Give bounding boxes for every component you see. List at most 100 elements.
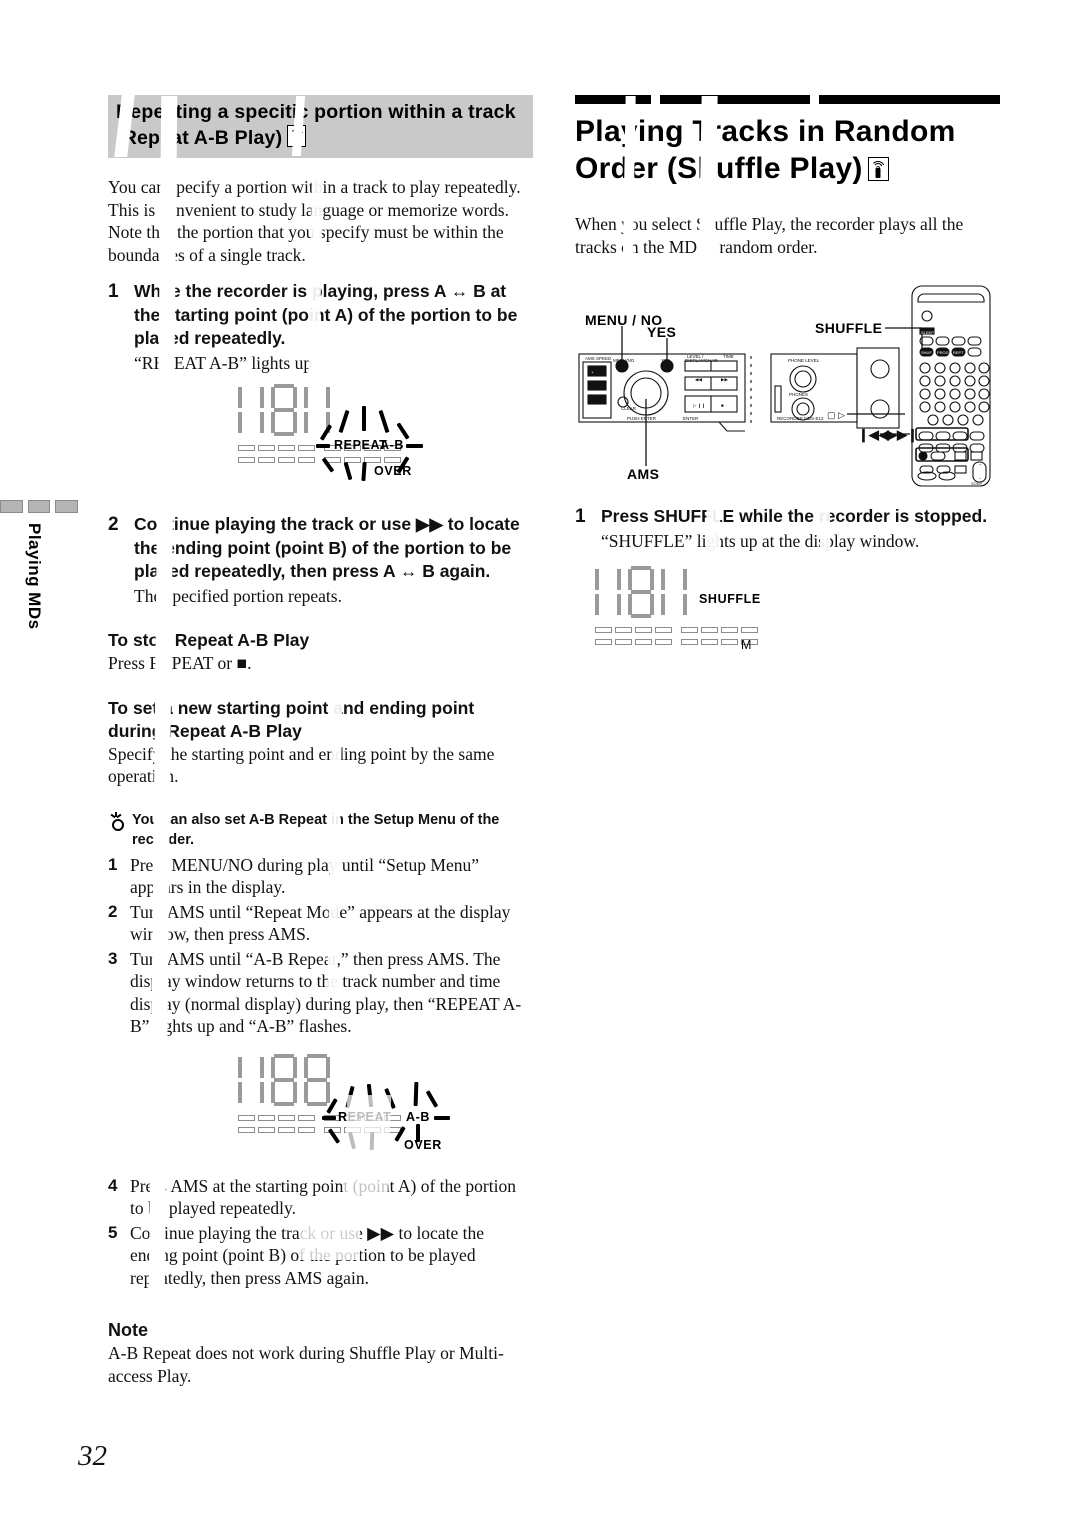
shuffle-heading-line2: Order (Shuffle Play) — [575, 152, 863, 185]
svg-text:REPT: REPT — [953, 350, 964, 355]
tip-sparkle-icon — [108, 810, 132, 850]
svg-text:▶▶: ▶▶ — [721, 377, 728, 382]
right-column: Playing Tracks in Random Order (Shuffle … — [575, 95, 1000, 681]
tip-step-4: 4 Press AMS at the starting point (point… — [108, 1175, 533, 1220]
display-dot-matrix-shuffle — [595, 627, 1000, 645]
tip-step-1: 1 Press MENU/NO during play until “Setup… — [108, 854, 533, 899]
tip-step-2: 2 Turn AMS until “Repeat Mode” appears a… — [108, 901, 533, 946]
side-tab-bars — [0, 500, 79, 513]
step-2-detail: The specified portion repeats. — [134, 585, 342, 606]
page-number: 32 — [78, 1440, 107, 1472]
shuffle-callout: SHUFFLE — [815, 320, 883, 336]
svg-text:AMS SPEED: AMS SPEED — [585, 356, 612, 361]
shuffle-step-1-instruction: Press SHUFFLE while the recorder is stop… — [601, 506, 988, 526]
svg-text:SONY: SONY — [971, 481, 983, 486]
svg-text:PHONE LEVEL: PHONE LEVEL — [788, 358, 820, 363]
step-2-number: 2 — [108, 514, 119, 535]
digit-3 — [661, 566, 687, 618]
svg-text:SHUF: SHUF — [921, 350, 932, 355]
digit-1 — [595, 566, 621, 618]
tip-step-4-number: 4 — [108, 1175, 118, 1195]
intro-paragraph: You can specify a portion within a track… — [108, 177, 521, 265]
tip-step-1-text: Press MENU/NO during play until “Setup M… — [130, 854, 479, 898]
step-1-number: 1 — [108, 281, 119, 302]
tip-step-2-number: 2 — [108, 901, 118, 921]
svg-text:▶▶❙: ▶▶❙ — [886, 427, 918, 443]
heading-rule — [575, 95, 1000, 104]
svg-text:▢ ▷: ▢ ▷ — [827, 410, 845, 420]
svg-text:YES: YES — [661, 358, 670, 363]
hardware-figure: AMS SPEED MENU/NO YES LEVEL / DISPLAY/CH… — [575, 276, 1000, 491]
svg-text:RECORDER MDS-E12: RECORDER MDS-E12 — [777, 416, 824, 421]
yes-callout: YES — [647, 324, 677, 340]
ams-callout: AMS — [627, 466, 660, 482]
svg-text:+: + — [591, 370, 594, 375]
svg-text:PUSH ENTER: PUSH ENTER — [627, 416, 657, 421]
display-label-repeat: REPEAT — [338, 1109, 392, 1124]
stop-section-body: Press REPEAT or ■. — [108, 653, 252, 673]
svg-text:TIME: TIME — [723, 354, 734, 359]
side-tab: Playing MDs — [0, 500, 79, 630]
reset-section-body: Specify the starting point and ending po… — [108, 743, 495, 787]
remote-control-icon — [287, 125, 307, 147]
digit-1 — [238, 1054, 264, 1106]
tip-step-3-number: 3 — [108, 948, 118, 968]
tip-step-5: 5 Continue playing the track or use ▶▶ t… — [108, 1222, 533, 1290]
tip-step-4-text: Press AMS at the starting point (point A… — [130, 1175, 516, 1219]
stop-section-heading: To stop Repeat A-B Play — [108, 630, 310, 650]
step-2-instruction: Continue playing the track or use ▶▶ to … — [134, 514, 520, 581]
step-1-instruction: While the recorder is playing, press A ↔… — [134, 281, 518, 348]
shuffle-step-1: 1 Press SHUFFLE while the recorder is st… — [575, 505, 1000, 552]
tip-step-3-text: Turn AMS until “A-B Repeat,” then press … — [130, 948, 522, 1037]
shuffle-step-1-number: 1 — [575, 506, 586, 527]
display-label-ab: A-B — [406, 1109, 431, 1124]
svg-text:◀◀: ◀◀ — [695, 377, 702, 382]
section-heading-line2: (Repeat A-B Play) — [116, 127, 283, 149]
svg-text:PROG: PROG — [937, 350, 949, 355]
tip-step-5-number: 5 — [108, 1222, 118, 1242]
svg-text:▷ ❙❙: ▷ ❙❙ — [693, 403, 705, 409]
svg-text:ENTER: ENTER — [683, 416, 699, 421]
tip-step-1-number: 1 — [108, 854, 118, 874]
display-label-ab: A-B — [380, 438, 405, 452]
section-heading-shuffle: Playing Tracks in Random Order (Shuffle … — [575, 113, 1000, 187]
reset-section-heading-line2: during Repeat A-B Play — [108, 720, 302, 741]
hardware-diagram-svg: AMS SPEED MENU/NO YES LEVEL / DISPLAY/CH… — [578, 285, 991, 487]
svg-text:DISPLAY/CHAR: DISPLAY/CHAR — [685, 358, 718, 363]
svg-text:■: ■ — [721, 403, 724, 408]
tip-block: You can also set A-B Repeat in the Setup… — [108, 810, 533, 850]
digit-2 — [271, 384, 297, 436]
shuffle-heading-line1: Playing Tracks in Random — [575, 115, 956, 148]
svg-text:❙◀◀: ❙◀◀ — [858, 427, 890, 443]
display-figure-shuffle: SHUFFLE M — [595, 566, 1000, 681]
note-body: A-B Repeat does not work during Shuffle … — [108, 1343, 504, 1386]
section-heading-repeat-ab: Repeating a specitic portion within a tr… — [108, 95, 533, 158]
svg-text:SLEEP: SLEEP — [921, 330, 934, 335]
display-label-mono: M — [741, 638, 753, 652]
display-label-over: OVER — [404, 1137, 442, 1152]
tip-text: You can also set A-B Repeat in the Setup… — [132, 811, 500, 848]
digit-3 — [304, 1053, 330, 1106]
step-1: 1 While the recorder is playing, press A… — [108, 280, 533, 374]
remote-control-icon — [867, 157, 889, 181]
display-label-shuffle: SHUFFLE — [699, 592, 761, 606]
display-label-over: OVER — [374, 464, 412, 478]
left-column: Repeating a specitic portion within a tr… — [108, 95, 533, 1387]
display-digits-shuffle — [595, 566, 1000, 618]
svg-text:PHONES: PHONES — [789, 392, 808, 397]
svg-text:CLEAR: CLEAR — [621, 406, 637, 411]
reset-section-heading-line1: To set a new starting point and ending p… — [108, 697, 475, 718]
display-figure-repeat-ab-flashing: REPEAT A-B OVER — [238, 1053, 533, 1169]
section-heading-line1: Repeating a specitic portion within a tr… — [116, 101, 516, 123]
digit-2 — [271, 1053, 297, 1106]
display-digits-2 — [238, 1053, 533, 1106]
shuffle-intro-paragraph: When you select Shuffle Play, the record… — [575, 214, 964, 257]
step-2: 2 Continue playing the track or use ▶▶ t… — [108, 513, 533, 607]
tip-step-2-text: Turn AMS until “Repeat Mode” appears at … — [130, 901, 511, 945]
display-figure-repeat-ab: REPEAT A-B OVER — [238, 384, 533, 499]
note-heading: Note — [108, 1320, 148, 1340]
tip-step-5-text: Continue playing the track or use ▶▶ to … — [130, 1222, 484, 1288]
tip-step-3: 3 Turn AMS until “A-B Repeat,” then pres… — [108, 948, 533, 1038]
side-tab-label: Playing MDs — [25, 523, 44, 630]
shuffle-step-1-detail: “SHUFFLE” lights up at the display windo… — [601, 530, 920, 551]
